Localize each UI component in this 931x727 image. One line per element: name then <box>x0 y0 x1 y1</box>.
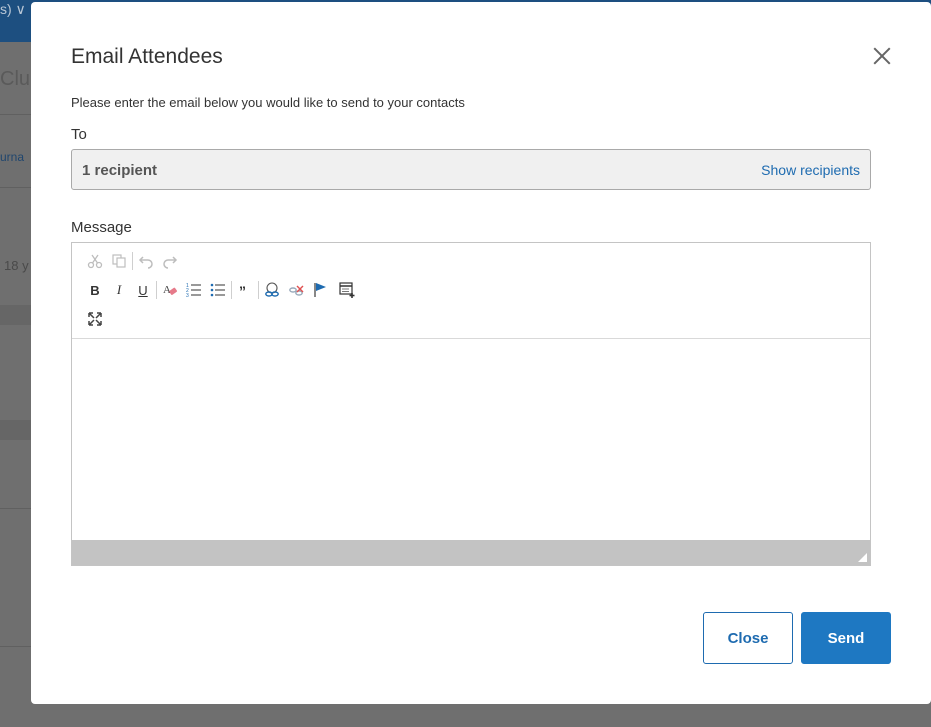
close-button[interactable]: Close <box>703 612 793 664</box>
background-header-text: s) ∨ <box>0 1 26 17</box>
background-tab: urna <box>0 150 25 164</box>
editor-statusbar <box>72 540 870 565</box>
svg-text:”: ” <box>239 283 246 298</box>
maximize-icon[interactable] <box>83 308 107 330</box>
remove-format-icon[interactable]: A <box>158 279 182 301</box>
toolbar-separator <box>231 281 232 299</box>
background-divider <box>0 508 31 509</box>
toolbar-separator <box>258 281 259 299</box>
to-field: 1 recipient Show recipients <box>71 149 871 190</box>
background-divider <box>0 646 31 647</box>
toolbar-separator <box>132 252 133 270</box>
bulleted-list-icon[interactable] <box>206 279 230 301</box>
send-button[interactable]: Send <box>801 612 891 664</box>
svg-text:A: A <box>163 284 171 296</box>
anchor-flag-icon[interactable] <box>308 279 332 301</box>
resize-handle-icon[interactable] <box>858 553 867 562</box>
message-input[interactable] <box>72 340 870 540</box>
copy-icon[interactable] <box>107 250 131 272</box>
close-icon[interactable] <box>871 45 893 67</box>
insert-table-icon[interactable] <box>335 279 359 301</box>
unlink-icon[interactable] <box>284 279 308 301</box>
bold-button[interactable]: B <box>83 279 107 301</box>
underline-button[interactable]: U <box>131 279 155 301</box>
redo-icon[interactable] <box>158 250 182 272</box>
toolbar-row-formatting: B I U A 123 ” <box>83 279 359 301</box>
toolbar-row-clipboard <box>83 250 182 272</box>
editor-toolbar: B I U A 123 ” <box>72 243 870 339</box>
numbered-list-icon[interactable]: 123 <box>182 279 206 301</box>
link-icon[interactable] <box>260 279 284 301</box>
undo-icon[interactable] <box>134 250 158 272</box>
recipients-count: 1 recipient <box>82 162 158 179</box>
toolbar-row-view <box>83 308 107 330</box>
message-editor: B I U A 123 ” <box>71 242 871 566</box>
cut-icon[interactable] <box>83 250 107 272</box>
background-divider <box>0 187 31 188</box>
toolbar-separator <box>156 281 157 299</box>
italic-button[interactable]: I <box>107 279 131 301</box>
show-recipients-link[interactable]: Show recipients <box>761 162 860 178</box>
modal-instructions: Please enter the email below you would l… <box>71 95 465 110</box>
message-label: Message <box>71 219 132 236</box>
blockquote-icon[interactable]: ” <box>233 279 257 301</box>
to-label: To <box>71 126 87 143</box>
svg-text:3: 3 <box>186 293 189 298</box>
background-divider <box>0 114 31 115</box>
background-row <box>0 420 31 440</box>
background-row <box>0 305 31 325</box>
email-attendees-modal: Email Attendees Please enter the email b… <box>31 2 931 704</box>
modal-title: Email Attendees <box>71 45 223 68</box>
background-age-text: 18 y <box>4 258 29 273</box>
